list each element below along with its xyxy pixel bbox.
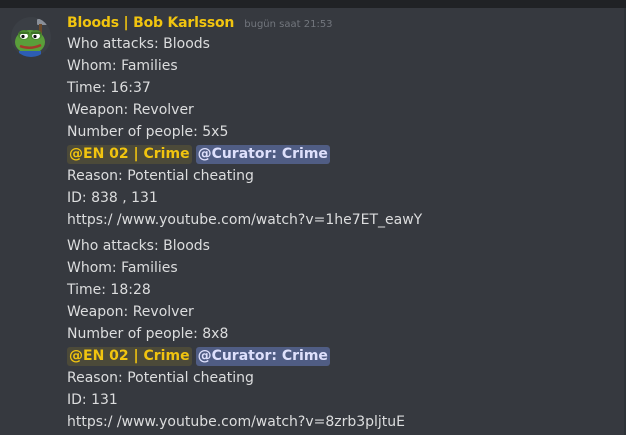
- report-block: Who attacks: Bloods Whom: Families Time:…: [67, 33, 617, 231]
- weapon-line: Weapon: Revolver: [67, 304, 194, 320]
- time-line: Time: 18:28: [67, 282, 151, 298]
- reason-line: Reason: Potential cheating: [67, 168, 254, 184]
- people-line: Number of people: 8x8: [67, 326, 229, 342]
- author-name[interactable]: Bloods | Bob Karlsson: [67, 15, 234, 31]
- target-line: Whom: Families: [67, 58, 178, 74]
- avatar[interactable]: [11, 17, 51, 57]
- attacker-line: Who attacks: Bloods: [67, 36, 210, 52]
- pepe-frog-icon: [11, 17, 51, 57]
- attacker-line: Who attacks: Bloods: [67, 238, 210, 254]
- target-line: Whom: Families: [67, 260, 178, 276]
- video-link[interactable]: https:/ /www.youtube.com/watch?v=1he7ET_…: [67, 209, 617, 231]
- timestamp: bugün saat 21:53: [244, 19, 333, 30]
- report-block: Who attacks: Bloods Whom: Families Time:…: [67, 235, 617, 433]
- reason-line: Reason: Potential cheating: [67, 370, 254, 386]
- message-content: Who attacks: Bloods Whom: Families Time:…: [67, 33, 617, 433]
- weapon-line: Weapon: Revolver: [67, 102, 194, 118]
- mentions-line: @EN 02 | Crime @Curator: Crime: [67, 143, 617, 165]
- video-link[interactable]: https:/ /www.youtube.com/watch?v=8zrb3pl…: [67, 411, 617, 433]
- curator-mention[interactable]: @Curator: Crime: [195, 346, 330, 366]
- message-header: Bloods | Bob Karlsson bugün saat 21:53: [67, 12, 333, 32]
- role-mention[interactable]: @EN 02 | Crime: [67, 346, 192, 366]
- mentions-line: @EN 02 | Crime @Curator: Crime: [67, 345, 617, 367]
- curator-mention[interactable]: @Curator: Crime: [195, 144, 330, 164]
- id-line: ID: 838 , 131: [67, 190, 158, 206]
- role-mention[interactable]: @EN 02 | Crime: [67, 144, 192, 164]
- top-bar: [0, 0, 626, 8]
- time-line: Time: 16:37: [67, 80, 151, 96]
- chat-message: Bloods | Bob Karlsson bugün saat 21:53 W…: [0, 8, 620, 435]
- id-line: ID: 131: [67, 392, 118, 408]
- people-line: Number of people: 5x5: [67, 124, 229, 140]
